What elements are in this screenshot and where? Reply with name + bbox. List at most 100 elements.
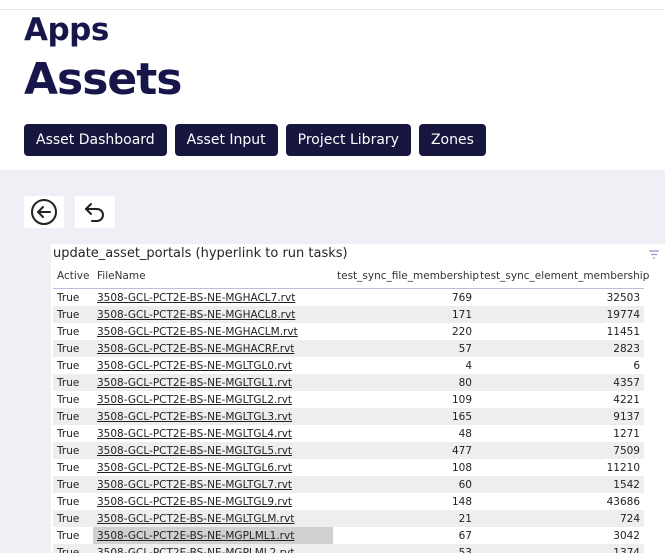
element-membership-cell: 11210 — [606, 461, 640, 474]
file-membership-cell: 165 — [333, 408, 476, 425]
element-membership-cell: 2823 — [476, 340, 644, 357]
file-membership-cell: 171 — [333, 306, 476, 323]
file-membership-cell: 4 — [465, 359, 472, 372]
active-cell: True — [57, 325, 80, 338]
table-row[interactable]: True 3508-GCL-PCT2E-BS-NE-MGPLML1.rvt 67 30… — [53, 527, 644, 544]
element-membership-cell: 1542 — [476, 476, 644, 493]
table-title: update_asset_portals (hyperlink to run t… — [53, 246, 348, 261]
active-cell: True — [53, 442, 93, 459]
table-row[interactable]: True 3508-GCL-PCT2E-BS-NE-MGHACLM.rvt 220 1… — [53, 323, 644, 340]
active-cell: True — [57, 461, 80, 474]
back-button[interactable] — [24, 196, 64, 228]
table-row[interactable]: True 3508-GCL-PCT2E-BS-NE-MGLTGLM.rvt 21 72… — [53, 510, 644, 527]
element-membership-cell: 19774 — [476, 306, 644, 323]
file-membership-cell: 21 — [333, 510, 476, 527]
filename-link[interactable]: 3508-GCL-PCT2E-BS-NE-MGLTGL1.rvt — [93, 374, 333, 391]
element-membership-cell: 1271 — [613, 427, 640, 440]
table-row[interactable]: True 3508-GCL-PCT2E-BS-NE-MGHACRF.rvt 57 28… — [53, 340, 644, 357]
circle-arrow-left-icon — [31, 199, 57, 225]
filename-link[interactable]: 3508-GCL-PCT2E-BS-NE-MGLTGL5.rvt — [93, 442, 333, 459]
filename-link[interactable]: 3508-GCL-PCT2E-BS-NE-MGLTGL2.rvt — [93, 391, 333, 408]
element-membership-cell: 6 — [633, 359, 640, 372]
element-membership-cell: 9137 — [476, 408, 644, 425]
table-row[interactable]: True 3508-GCL-PCT2E-BS-NE-MGLTGL9.rvt 148 4… — [53, 493, 644, 510]
zones-button[interactable]: Zones — [418, 124, 486, 156]
file-membership-cell: 57 — [333, 340, 476, 357]
nav-bar: Asset Dashboard Asset Input Project Libr… — [24, 124, 486, 156]
active-cell: True — [53, 306, 93, 323]
filename-link[interactable]: 3508-GCL-PCT2E-BS-NE-MGPLML2.rvt — [93, 544, 333, 553]
element-membership-cell: 43686 — [606, 495, 640, 508]
page-header: Apps Assets Asset Dashboard Asset Input … — [0, 10, 665, 170]
table-row[interactable]: True 3508-GCL-PCT2E-BS-NE-MGLTGL6.rvt 108 1… — [53, 459, 644, 476]
file-membership-cell: 60 — [333, 476, 476, 493]
asset-input-button[interactable]: Asset Input — [174, 124, 278, 156]
file-membership-cell: 769 — [451, 291, 472, 304]
active-cell: True — [57, 495, 80, 508]
file-membership-cell: 108 — [451, 461, 472, 474]
table-row[interactable]: True 3508-GCL-PCT2E-BS-NE-MGLTGL4.rvt 48 12… — [53, 425, 644, 442]
table-row[interactable]: True 3508-GCL-PCT2E-BS-NE-MGHACL7.rvt 769 3… — [53, 289, 644, 307]
active-cell: True — [53, 408, 93, 425]
element-membership-cell: 11451 — [606, 325, 640, 338]
table-row[interactable]: True 3508-GCL-PCT2E-BS-NE-MGLTGL1.rvt 80 43… — [53, 374, 644, 391]
filename-link[interactable]: 3508-GCL-PCT2E-BS-NE-MGHACL7.rvt — [93, 289, 333, 307]
element-membership-cell: 7509 — [476, 442, 644, 459]
element-membership-cell: 32503 — [606, 291, 640, 304]
filename-link[interactable]: 3508-GCL-PCT2E-BS-NE-MGHACL8.rvt — [93, 306, 333, 323]
table-row[interactable]: True 3508-GCL-PCT2E-BS-NE-MGLTGL3.rvt 165 9… — [53, 408, 644, 425]
top-strip — [0, 0, 665, 10]
filename-link[interactable]: 3508-GCL-PCT2E-BS-NE-MGLTGL4.rvt — [93, 425, 333, 442]
filename-link[interactable]: 3508-GCL-PCT2E-BS-NE-MGPLML1.rvt — [93, 527, 333, 544]
filename-link[interactable]: 3508-GCL-PCT2E-BS-NE-MGHACRF.rvt — [93, 340, 333, 357]
table-row[interactable]: True 3508-GCL-PCT2E-BS-NE-MGLTGL7.rvt 60 15… — [53, 476, 644, 493]
column-header-file-membership[interactable]: test_sync_file_membership — [333, 264, 479, 289]
element-membership-cell: 1374 — [476, 544, 644, 553]
file-membership-cell: 53 — [333, 544, 476, 553]
file-membership-cell: 80 — [333, 374, 476, 391]
asset-portals-table-visual: update_asset_portals (hyperlink to run t… — [51, 244, 665, 553]
active-cell: True — [57, 291, 80, 304]
column-header-active[interactable]: Active — [53, 264, 93, 289]
filename-link[interactable]: 3508-GCL-PCT2E-BS-NE-MGLTGL0.rvt — [93, 357, 333, 374]
table-row[interactable]: True 3508-GCL-PCT2E-BS-NE-MGLTGL5.rvt 477 7… — [53, 442, 644, 459]
filename-link[interactable]: 3508-GCL-PCT2E-BS-NE-MGLTGLM.rvt — [93, 510, 333, 527]
table-row[interactable]: True 3508-GCL-PCT2E-BS-NE-MGPLML2.rvt 53 13… — [53, 544, 644, 553]
active-cell: True — [53, 374, 93, 391]
element-membership-cell: 724 — [476, 510, 644, 527]
file-membership-cell: 48 — [458, 427, 472, 440]
column-header-filename[interactable]: FileName — [93, 264, 333, 289]
column-header-element-membership[interactable]: test_sync_element_membership — [476, 264, 649, 289]
file-membership-cell: 67 — [458, 529, 472, 542]
undo-arrow-icon — [85, 203, 104, 222]
active-cell: True — [57, 427, 80, 440]
filename-link[interactable]: 3508-GCL-PCT2E-BS-NE-MGLTGL6.rvt — [93, 459, 333, 476]
active-cell: True — [53, 510, 93, 527]
page-title: Assets — [24, 54, 182, 105]
file-membership-cell: 220 — [451, 325, 472, 338]
active-cell: True — [57, 359, 80, 372]
element-membership-cell: 4357 — [476, 374, 644, 391]
active-cell: True — [53, 340, 93, 357]
table-row[interactable]: True 3508-GCL-PCT2E-BS-NE-MGLTGL2.rvt 109 4… — [53, 391, 644, 408]
file-membership-cell: 109 — [451, 393, 472, 406]
active-cell: True — [53, 476, 93, 493]
filename-link[interactable]: 3508-GCL-PCT2E-BS-NE-MGLTGL7.rvt — [93, 476, 333, 493]
file-membership-cell: 148 — [451, 495, 472, 508]
active-cell: True — [53, 544, 93, 553]
active-cell: True — [57, 529, 80, 542]
filter-icon[interactable] — [649, 250, 659, 259]
filename-link[interactable]: 3508-GCL-PCT2E-BS-NE-MGLTGL9.rvt — [93, 493, 333, 510]
element-membership-cell: 4221 — [613, 393, 640, 406]
data-table: Active FileName test_sync_file_membershi… — [53, 264, 649, 553]
app-label: Apps — [24, 12, 109, 48]
project-library-button[interactable]: Project Library — [285, 124, 411, 156]
undo-button[interactable] — [75, 196, 115, 228]
table-row[interactable]: True 3508-GCL-PCT2E-BS-NE-MGHACL8.rvt 171 1… — [53, 306, 644, 323]
filename-link[interactable]: 3508-GCL-PCT2E-BS-NE-MGHACLM.rvt — [93, 323, 333, 340]
table-header-row: Active FileName test_sync_file_membershi… — [53, 264, 649, 289]
filename-link[interactable]: 3508-GCL-PCT2E-BS-NE-MGLTGL3.rvt — [93, 408, 333, 425]
asset-dashboard-button[interactable]: Asset Dashboard — [24, 124, 167, 156]
table-row[interactable]: True 3508-GCL-PCT2E-BS-NE-MGLTGL0.rvt 4 6 — [53, 357, 644, 374]
file-membership-cell: 477 — [333, 442, 476, 459]
